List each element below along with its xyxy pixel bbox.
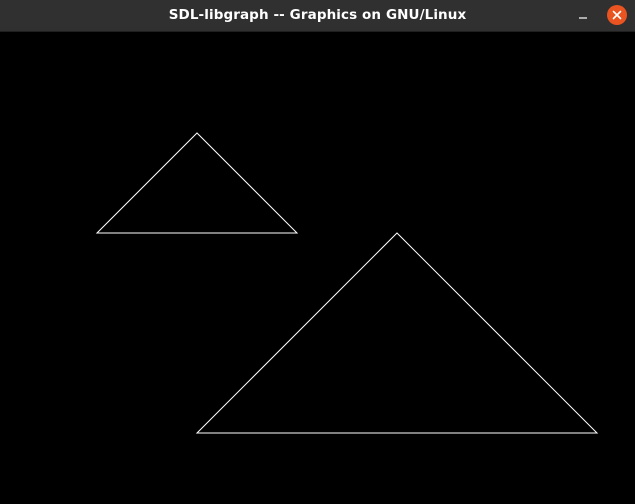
minimize-icon xyxy=(579,17,587,19)
close-button[interactable] xyxy=(607,5,627,25)
drawing-surface xyxy=(95,132,599,434)
graphics-canvas xyxy=(0,32,635,504)
window-title: SDL-libgraph -- Graphics on GNU/Linux xyxy=(168,7,467,23)
minimize-button[interactable] xyxy=(572,6,594,26)
small-triangle xyxy=(95,132,299,234)
app-window: SDL-libgraph -- Graphics on GNU/Linux xyxy=(0,0,635,504)
title-bar[interactable]: SDL-libgraph -- Graphics on GNU/Linux xyxy=(0,0,635,32)
large-triangle xyxy=(195,232,599,434)
close-icon xyxy=(612,10,622,20)
